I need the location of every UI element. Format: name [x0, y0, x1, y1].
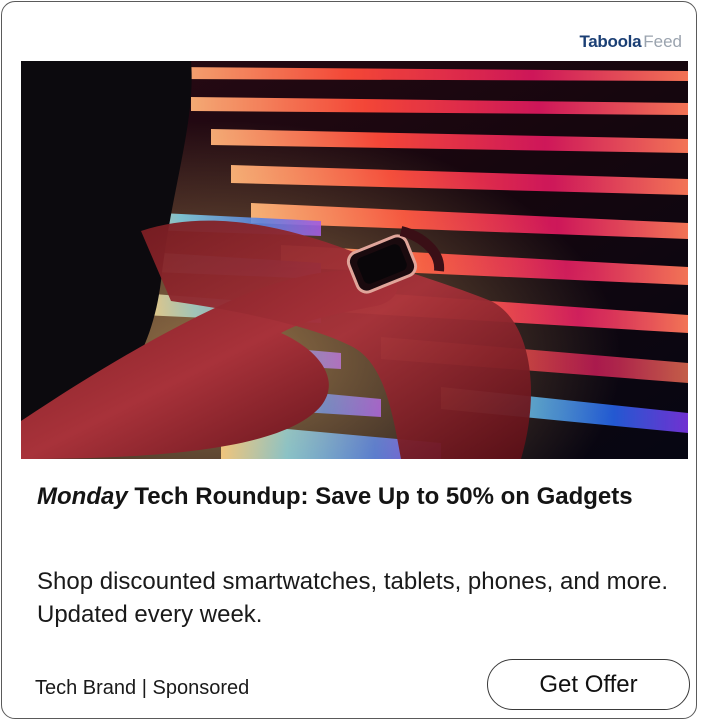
feed-wordmark: Feed: [643, 32, 682, 51]
ad-image[interactable]: [21, 61, 688, 459]
advertiser-name: Tech Brand: [35, 677, 137, 699]
attribution-separator: |: [136, 677, 153, 699]
sponsored-label: Sponsored: [152, 677, 250, 699]
ad-description: Shop discounted smartwatches, tablets, p…: [37, 568, 669, 628]
ad-title[interactable]: Monday Tech Roundup: Save Up to 50% on G…: [37, 481, 677, 513]
ad-title-emphasis: Monday: [37, 483, 128, 510]
ad-attribution: Tech Brand | Sponsored: [35, 676, 249, 700]
get-offer-button[interactable]: Get Offer: [487, 659, 690, 710]
smartwatch-photo: [21, 61, 688, 459]
ad-title-text: Tech Roundup: Save Up to 50% on Gadgets: [127, 483, 633, 510]
taboola-wordmark: Taboola: [579, 32, 642, 51]
taboola-feed-logo[interactable]: Taboola Feed: [579, 32, 682, 52]
ad-card[interactable]: Taboola Feed Monday Tech Roundup: Save U…: [1, 1, 697, 719]
